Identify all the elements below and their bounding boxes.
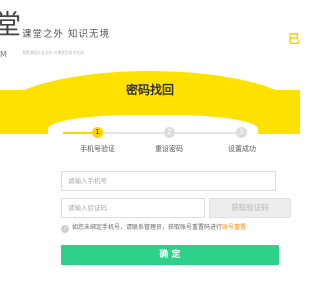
info-icon: ! [61, 225, 69, 233]
slogan-sub: 我是课程大全全补 外课堂优质学在线 [22, 50, 84, 55]
header-link[interactable]: 已 [288, 30, 300, 47]
slogan: 课堂之外 知识无境 [22, 29, 111, 40]
account-reset-link[interactable]: 账号重置 [222, 224, 246, 231]
confirm-button[interactable]: 确 定 [61, 245, 279, 265]
step-3-label: 设置成功 [228, 145, 256, 153]
logo-sub: M [0, 50, 8, 59]
step-1-label: 手机号验证 [80, 145, 115, 153]
binding-note: ! 如您未绑定手机号，请联系管理员，获取账号重置码进行账号重置 [61, 222, 246, 233]
get-code-button[interactable]: 获取验证码 [209, 198, 291, 218]
step-2-dot: 2 [164, 127, 175, 138]
verification-code-input[interactable] [61, 198, 205, 218]
logo[interactable]: 堂 [0, 11, 21, 41]
page-title: 密码找回 [125, 83, 174, 97]
note-text: 如您未绑定手机号，请联系管理员，获取账号重置码进行 [72, 224, 223, 231]
phone-input[interactable] [61, 171, 276, 191]
step-2-label: 重设密码 [155, 145, 183, 153]
step-1-dot: 1 [92, 127, 103, 138]
step-3-dot: 3 [236, 127, 247, 138]
